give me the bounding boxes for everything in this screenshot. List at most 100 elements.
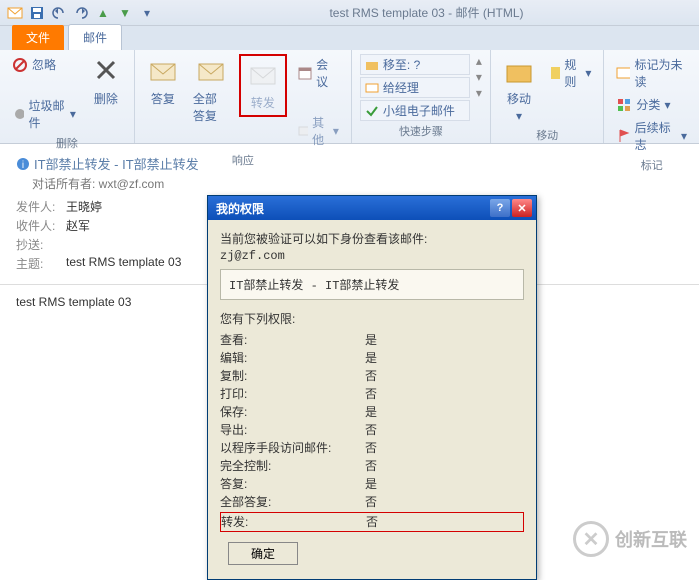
qs-team-mail[interactable]: 小组电子邮件 bbox=[360, 100, 470, 121]
flag-icon bbox=[616, 128, 630, 144]
customize-qat-icon[interactable]: ▾ bbox=[138, 4, 156, 22]
group-respond: 答复 全部答复 转发 会议 其他▾ bbox=[135, 50, 352, 143]
redo-icon[interactable] bbox=[72, 4, 90, 22]
dialog-identity: zj@zf.com bbox=[220, 249, 524, 263]
ignore-icon bbox=[12, 57, 28, 73]
junk-icon bbox=[12, 106, 24, 122]
dialog-intro: 当前您被验证可以如下身份查看该邮件: bbox=[220, 230, 524, 247]
perm-v: 否 bbox=[365, 367, 377, 385]
move-button[interactable]: 移动 ▾ bbox=[499, 54, 539, 125]
move-icon bbox=[503, 56, 535, 88]
reply-all-icon bbox=[195, 56, 227, 88]
perm-v: 是 bbox=[365, 331, 377, 349]
perm-k: 转发: bbox=[221, 513, 366, 531]
perm-v: 否 bbox=[365, 439, 377, 457]
delete-icon bbox=[90, 56, 122, 88]
dialog-title-text: 我的权限 bbox=[216, 200, 264, 217]
group-quicksteps-label: 快速步骤 bbox=[360, 121, 482, 141]
perm-k: 复制: bbox=[220, 367, 365, 385]
to-label: 收件人: bbox=[16, 217, 66, 234]
undo-icon[interactable] bbox=[50, 4, 68, 22]
other-button[interactable]: 其他▾ bbox=[293, 112, 343, 150]
restriction-banner: i IT部禁止转发 - IT部禁止转发 bbox=[16, 154, 683, 173]
chevron-down-icon: ▾ bbox=[585, 66, 591, 80]
perm-highlight-row: 转发:否 bbox=[220, 512, 524, 532]
perm-v: 否 bbox=[365, 385, 377, 403]
delete-button[interactable]: 删除 bbox=[86, 54, 126, 109]
from-label: 发件人: bbox=[16, 198, 66, 215]
mark-unread-button[interactable]: 标记为未读 bbox=[612, 54, 691, 92]
qs-to-manager-label: 给经理 bbox=[383, 79, 419, 96]
qs-expand-icon[interactable]: ▾ bbox=[476, 86, 482, 100]
perm-intro: 您有下列权限: bbox=[220, 310, 524, 327]
reply-all-button[interactable]: 全部答复 bbox=[189, 54, 233, 126]
dialog-body: 当前您被验证可以如下身份查看该邮件: zj@zf.com IT部禁止转发 - I… bbox=[208, 220, 536, 579]
group-move: 移动 ▾ 规则 ▾ 移动 bbox=[491, 50, 604, 143]
group-mark: 标记为未读 分类▾ 后续标志▾ 标记 bbox=[604, 50, 699, 143]
ok-button[interactable]: 确定 bbox=[228, 542, 298, 565]
qs-scroll-up-icon[interactable]: ▴ bbox=[476, 54, 482, 68]
next-icon[interactable]: ▼ bbox=[116, 4, 134, 22]
tab-file[interactable]: 文件 bbox=[12, 25, 64, 50]
followup-button[interactable]: 后续标志▾ bbox=[612, 117, 691, 155]
reply-button[interactable]: 答复 bbox=[143, 54, 183, 109]
close-button[interactable]: ✕ bbox=[512, 199, 532, 217]
tab-mail[interactable]: 邮件 bbox=[68, 24, 122, 50]
meeting-button[interactable]: 会议 bbox=[293, 54, 343, 92]
qs-moveto-label: 移至: ? bbox=[383, 56, 420, 73]
save-icon[interactable] bbox=[28, 4, 46, 22]
chevron-down-icon: ▾ bbox=[516, 109, 522, 123]
ribbon: 忽略 垃圾邮件▾ 删除 删除 答复 全部答复 bbox=[0, 50, 699, 144]
qs-scroll-down-icon[interactable]: ▾ bbox=[476, 70, 482, 84]
rules-button[interactable]: 规则 ▾ bbox=[545, 54, 595, 92]
permissions-dialog: 我的权限 ? ✕ 当前您被验证可以如下身份查看该邮件: zj@zf.com IT… bbox=[207, 195, 537, 580]
qs-to-manager[interactable]: 给经理 bbox=[360, 77, 470, 98]
reply-label: 答复 bbox=[151, 90, 175, 107]
other-icon bbox=[297, 123, 308, 139]
perm-v: 否 bbox=[365, 493, 377, 511]
categorize-button[interactable]: 分类 ▾ bbox=[612, 94, 691, 115]
mark-unread-label: 标记为未读 bbox=[634, 56, 687, 90]
quick-access-toolbar: ▲ ▼ ▾ test RMS template 03 - 邮件 (HTML) bbox=[0, 0, 699, 26]
move-label: 移动 bbox=[507, 90, 531, 107]
info-icon: i bbox=[16, 157, 30, 171]
perm-v: 是 bbox=[365, 403, 377, 421]
mail-icon bbox=[365, 81, 379, 95]
prev-icon[interactable]: ▲ bbox=[94, 4, 112, 22]
subject-label: 主题: bbox=[16, 255, 66, 272]
forward-button[interactable]: 转发 bbox=[243, 58, 283, 113]
group-mark-label: 标记 bbox=[612, 155, 691, 175]
chevron-down-icon: ▾ bbox=[70, 107, 76, 121]
ignore-button[interactable]: 忽略 bbox=[8, 54, 80, 75]
categorize-label: 分类 bbox=[636, 96, 660, 113]
watermark-icon: ✕ bbox=[573, 521, 609, 557]
dialog-restriction-box: IT部禁止转发 - IT部禁止转发 bbox=[220, 269, 524, 300]
perm-k: 完全控制: bbox=[220, 457, 365, 475]
app-icon bbox=[6, 4, 24, 22]
junk-button[interactable]: 垃圾邮件 ▾ bbox=[8, 95, 80, 133]
ribbon-tabs: 文件 邮件 bbox=[0, 26, 699, 50]
help-button[interactable]: ? bbox=[490, 199, 510, 217]
ignore-label: 忽略 bbox=[32, 56, 56, 73]
chevron-down-icon: ▾ bbox=[664, 98, 670, 112]
categorize-icon bbox=[616, 97, 632, 113]
restriction-text: IT部禁止转发 - IT部禁止转发 bbox=[34, 154, 199, 173]
group-delete: 忽略 垃圾邮件▾ 删除 删除 bbox=[0, 50, 135, 143]
perm-k: 打印: bbox=[220, 385, 365, 403]
meeting-label: 会议 bbox=[316, 56, 339, 90]
owner-value: wxt@zf.com bbox=[99, 177, 165, 191]
svg-text:i: i bbox=[22, 160, 24, 171]
perm-k: 全部答复: bbox=[220, 493, 365, 511]
forward-label: 转发 bbox=[251, 94, 275, 111]
perm-v: 否 bbox=[365, 421, 377, 439]
to-value: 赵军 bbox=[66, 217, 90, 234]
perm-k: 导出: bbox=[220, 421, 365, 439]
perm-k: 以程序手段访问邮件: bbox=[220, 439, 365, 457]
perm-k: 保存: bbox=[220, 403, 365, 421]
qs-moveto[interactable]: 移至: ? bbox=[360, 54, 470, 75]
cc-label: 抄送: bbox=[16, 236, 66, 253]
rules-label: 规则 bbox=[564, 56, 581, 90]
perm-k: 查看: bbox=[220, 331, 365, 349]
perm-v: 是 bbox=[365, 475, 377, 493]
junk-label: 垃圾邮件 bbox=[28, 97, 65, 131]
